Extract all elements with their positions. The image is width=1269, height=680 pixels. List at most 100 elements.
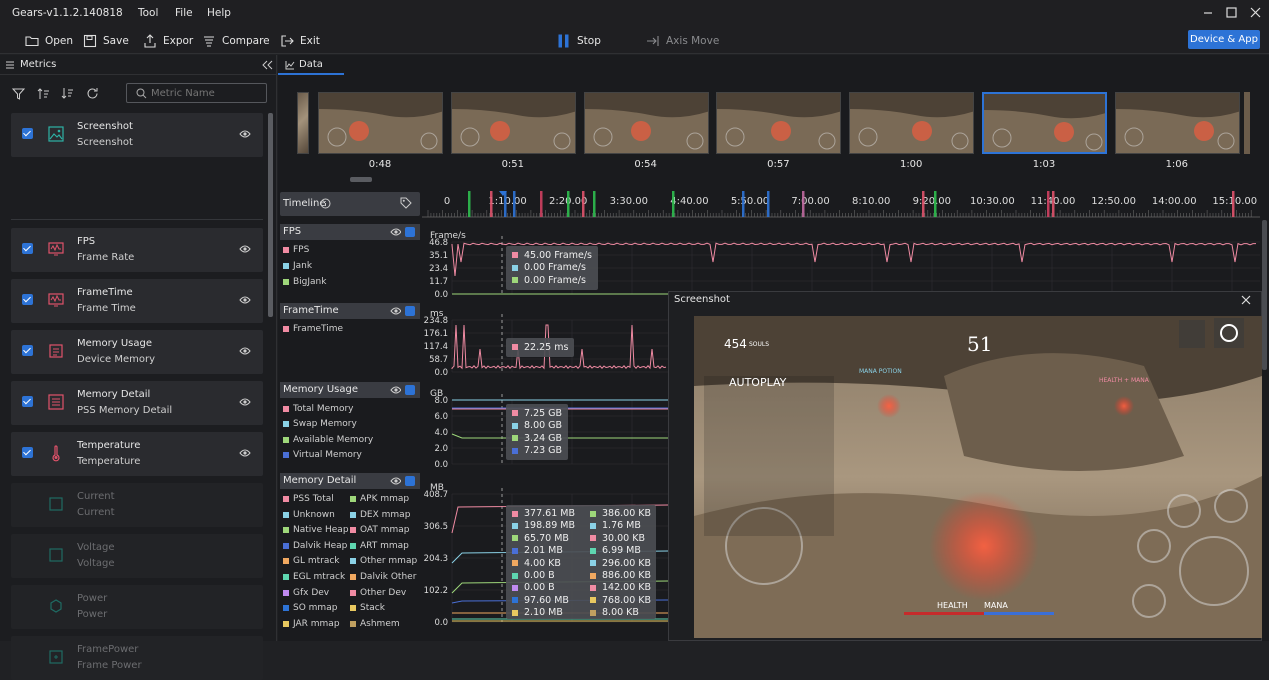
timeline-ruler[interactable]: 01:10.002:20.003:30.004:40.005:50.007:00… bbox=[422, 190, 1260, 218]
metric-card-current[interactable]: Current Current bbox=[11, 483, 263, 527]
metric-card-memory-detail[interactable]: Memory Detail PSS Memory Detail bbox=[11, 381, 263, 425]
metric-checkbox[interactable] bbox=[22, 243, 33, 254]
screenshot-thumbnail[interactable] bbox=[1244, 92, 1250, 154]
legend-memory-detail-item[interactable]: GL mtrack bbox=[283, 556, 340, 566]
stop-button[interactable]: Stop bbox=[557, 32, 601, 50]
metric-card-voltage[interactable]: Voltage Voltage bbox=[11, 534, 263, 578]
metric-card-memory-usage[interactable]: Memory Usage Device Memory bbox=[11, 330, 263, 374]
metric-card-screenshot[interactable]: Screenshot Screenshot bbox=[11, 113, 263, 157]
legend-memory-detail-item[interactable]: Native Heap bbox=[283, 525, 349, 535]
legend-memory-detail-item[interactable]: PSS Total bbox=[283, 494, 334, 504]
memory-row-checkbox[interactable] bbox=[405, 385, 415, 395]
data-tab[interactable]: Data bbox=[278, 55, 344, 75]
device-app-button[interactable]: Device & App bbox=[1188, 30, 1260, 49]
legend-memory-detail-item[interactable]: EGL mtrack bbox=[283, 572, 345, 582]
eye-icon[interactable] bbox=[239, 397, 251, 407]
collapse-icon[interactable] bbox=[262, 60, 273, 70]
eye-icon[interactable] bbox=[239, 448, 251, 458]
info-icon[interactable] bbox=[320, 198, 331, 209]
legend-swap-memory[interactable]: Swap Memory bbox=[283, 419, 357, 429]
legend-memory-detail-item[interactable]: Dalvik Other bbox=[350, 572, 416, 582]
legend-memory-detail-item[interactable]: DEX mmap bbox=[350, 510, 410, 520]
timeline-marker[interactable] bbox=[802, 191, 805, 217]
exit-button[interactable]: Exit bbox=[280, 32, 320, 50]
sort-ascending-icon[interactable] bbox=[37, 87, 50, 100]
legend-memory-detail-item[interactable]: SO mmap bbox=[283, 603, 337, 613]
timeline-marker[interactable] bbox=[490, 191, 493, 217]
timeline-marker[interactable] bbox=[540, 191, 543, 217]
metric-card-temperature[interactable]: Temperature Temperature bbox=[11, 432, 263, 476]
timeline-marker[interactable] bbox=[742, 191, 745, 217]
legend-memory-detail-item[interactable]: Dalvik Heap bbox=[283, 541, 347, 551]
axis-move-button[interactable]: Axis Move bbox=[646, 32, 719, 50]
eye-icon[interactable] bbox=[390, 385, 401, 395]
legend-jank[interactable]: Jank bbox=[283, 261, 312, 271]
metric-card-frametime[interactable]: FrameTime Frame Time bbox=[11, 279, 263, 323]
timeline-marker[interactable] bbox=[934, 191, 937, 217]
timeline-marker[interactable] bbox=[1047, 191, 1050, 217]
screenshot-thumbnail[interactable] bbox=[297, 92, 309, 154]
close-icon[interactable] bbox=[1250, 7, 1261, 18]
search-input[interactable] bbox=[151, 86, 261, 100]
timeline-marker[interactable] bbox=[672, 191, 675, 217]
legend-bigjank[interactable]: BigJank bbox=[283, 277, 326, 287]
main-scrollbar[interactable] bbox=[1262, 220, 1267, 370]
legend-fps[interactable]: FPS bbox=[283, 245, 309, 255]
export-button[interactable]: Expor bbox=[143, 32, 193, 50]
timeline-marker[interactable] bbox=[582, 191, 585, 217]
timeline-marker[interactable] bbox=[767, 191, 770, 217]
thumbnail-scrollbar[interactable] bbox=[350, 177, 372, 182]
eye-icon[interactable] bbox=[390, 227, 401, 237]
close-icon[interactable] bbox=[1241, 295, 1251, 305]
maximize-icon[interactable] bbox=[1226, 7, 1237, 18]
metric-card-power[interactable]: Power Power bbox=[11, 585, 263, 629]
menu-tool[interactable]: Tool bbox=[138, 7, 158, 19]
refresh-icon[interactable] bbox=[86, 87, 99, 100]
timeline-marker[interactable] bbox=[593, 191, 596, 217]
timeline-marker[interactable] bbox=[567, 191, 570, 217]
eye-icon[interactable] bbox=[239, 295, 251, 305]
timeline-marker[interactable] bbox=[504, 191, 507, 217]
eye-icon[interactable] bbox=[239, 346, 251, 356]
minimize-icon[interactable] bbox=[1203, 8, 1213, 18]
eye-icon[interactable] bbox=[390, 476, 401, 486]
timeline-marker[interactable] bbox=[1052, 191, 1055, 217]
screenshot-thumbnail[interactable] bbox=[849, 92, 975, 154]
legend-memory-detail-item[interactable]: OAT mmap bbox=[350, 525, 410, 535]
legend-memory-detail-item[interactable]: ART mmap bbox=[350, 541, 409, 551]
menu-file[interactable]: File bbox=[175, 7, 193, 19]
legend-memory-detail-item[interactable]: APK mmap bbox=[350, 494, 409, 504]
eye-icon[interactable] bbox=[239, 244, 251, 254]
screenshot-thumbnail[interactable] bbox=[982, 92, 1107, 154]
legend-total-memory[interactable]: Total Memory bbox=[283, 404, 353, 414]
detail-row-checkbox[interactable] bbox=[405, 476, 415, 486]
timeline-marker[interactable] bbox=[468, 191, 471, 217]
legend-memory-detail-item[interactable]: Other Dev bbox=[350, 588, 406, 598]
screenshot-thumbnail[interactable] bbox=[716, 92, 842, 154]
metric-search-box[interactable] bbox=[126, 83, 267, 103]
metric-card-fps[interactable]: FPS Frame Rate bbox=[11, 228, 263, 272]
legend-memory-detail-item[interactable]: Other mmap bbox=[350, 556, 417, 566]
metrics-scrollbar[interactable] bbox=[268, 113, 273, 317]
legend-frametime[interactable]: FrameTime bbox=[283, 324, 343, 334]
metric-checkbox[interactable] bbox=[22, 128, 33, 139]
legend-memory-detail-item[interactable]: Gfx Dev bbox=[283, 588, 329, 598]
metric-checkbox[interactable] bbox=[22, 396, 33, 407]
fps-row-checkbox[interactable] bbox=[405, 227, 415, 237]
menu-help[interactable]: Help bbox=[207, 7, 231, 19]
sort-descending-icon[interactable] bbox=[61, 87, 74, 100]
screenshot-thumbnail[interactable] bbox=[450, 92, 576, 154]
eye-icon[interactable] bbox=[239, 129, 251, 139]
metric-checkbox[interactable] bbox=[22, 345, 33, 356]
timeline-marker[interactable] bbox=[513, 191, 516, 217]
metric-checkbox[interactable] bbox=[22, 294, 33, 305]
legend-memory-detail-item[interactable]: JAR mmap bbox=[283, 619, 340, 629]
save-button[interactable]: Save bbox=[83, 32, 129, 50]
metric-card-framepower[interactable]: FramePower Frame Power bbox=[11, 636, 263, 680]
filter-icon[interactable] bbox=[12, 88, 25, 100]
legend-memory-detail-item[interactable]: Stack bbox=[350, 603, 385, 613]
metric-checkbox[interactable] bbox=[22, 447, 33, 458]
legend-available-memory[interactable]: Available Memory bbox=[283, 435, 373, 445]
tag-icon[interactable] bbox=[400, 197, 412, 209]
legend-memory-detail-item[interactable]: Unknown bbox=[283, 510, 335, 520]
